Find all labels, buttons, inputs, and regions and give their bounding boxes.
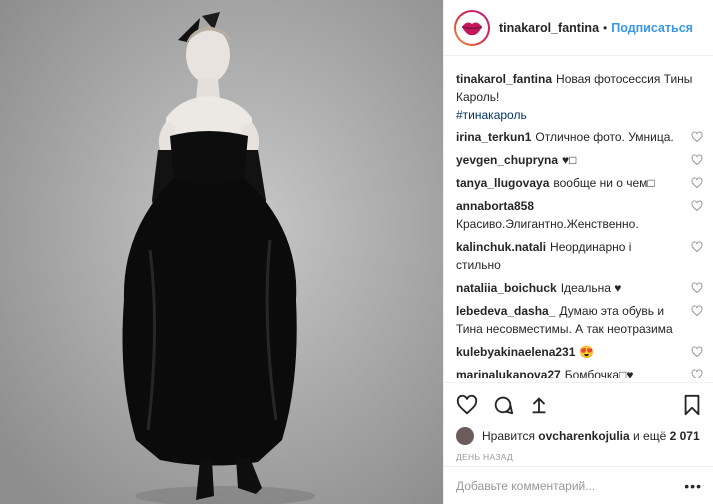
more-options-icon[interactable]: •••: [684, 478, 702, 494]
follow-button[interactable]: Подписаться: [611, 21, 693, 35]
comment-username[interactable]: kalinchuk.natali: [456, 240, 546, 254]
comment-username[interactable]: annaborta858: [456, 199, 534, 213]
comment-text: 😍: [579, 345, 595, 359]
post-actions: Нравится ovcharenkojulia и ещё 2 071 ДЕН…: [444, 382, 713, 462]
comment-like-icon[interactable]: [691, 200, 703, 212]
post-caption: tinakarol_fantina Новая фотосессия Тины К…: [456, 70, 703, 124]
liker-username[interactable]: ovcharenkojulia: [538, 429, 629, 443]
comment-username[interactable]: kulebyakinaelena231: [456, 345, 575, 359]
comment-text: Бомбочка□♥: [564, 368, 634, 378]
comment-text: ♥□: [562, 153, 577, 167]
comment-item: tanya_llugovaya вообще ни о чем□: [456, 174, 703, 192]
comment-like-icon[interactable]: [691, 305, 703, 317]
instagram-post: tinakarol_fantina • Подписаться tinakaro…: [0, 0, 713, 504]
comment-username[interactable]: marinalukanova27: [456, 368, 561, 378]
comments-list[interactable]: tinakarol_fantina Новая фотосессия Тины К…: [444, 56, 713, 378]
comment-text: Ідеальна ♥: [560, 281, 622, 295]
share-arrow-icon[interactable]: [528, 394, 550, 416]
comment-text: Красиво.Элигантно.Женственно.: [456, 217, 639, 231]
header-separator: •: [603, 20, 608, 35]
woman-in-black-dress-image: [0, 0, 443, 504]
likes-middle: и ещё: [633, 429, 667, 443]
comment-text: Отличное фото. Умница.: [535, 130, 674, 144]
comment-like-icon[interactable]: [691, 282, 703, 294]
comment-like-icon[interactable]: [691, 241, 703, 253]
comment-item: marinalukanova27 Бомбочка□♥: [456, 366, 703, 378]
comment-item: nataliia_boichuck Ідеальна ♥: [456, 279, 703, 297]
comment-like-icon[interactable]: [691, 346, 703, 358]
comment-like-icon[interactable]: [691, 131, 703, 143]
likes-count[interactable]: 2 071: [670, 429, 700, 443]
comment-like-icon[interactable]: [691, 177, 703, 189]
action-icons: [456, 393, 702, 417]
comment-item: yevgen_chupryna ♥□: [456, 151, 703, 169]
comment-text: вообще ни о чем□: [553, 176, 655, 190]
likes-prefix: Нравится: [482, 429, 535, 443]
comment-bubble-icon[interactable]: [492, 394, 514, 416]
add-comment-input[interactable]: Добавьте комментарий...: [456, 479, 595, 493]
comment-item: kulebyakinaelena231 😍: [456, 343, 703, 361]
comment-like-icon[interactable]: [691, 369, 703, 378]
comment-username[interactable]: irina_terkun1: [456, 130, 531, 144]
heart-outline-icon[interactable]: [456, 394, 478, 416]
lips-icon: [461, 22, 483, 35]
add-comment-bar: Добавьте комментарий... •••: [444, 466, 713, 504]
bookmark-icon[interactable]: [682, 394, 702, 416]
comment-like-icon[interactable]: [691, 154, 703, 166]
comment-username[interactable]: tanya_llugovaya: [456, 176, 549, 190]
comment-username[interactable]: lebedeva_dasha_: [456, 304, 555, 318]
comment-username[interactable]: nataliia_boichuck: [456, 281, 557, 295]
comment-username[interactable]: yevgen_chupryna: [456, 153, 558, 167]
comment-item: annaborta858 Красиво.Элигантно.Женственно…: [456, 197, 703, 233]
liker-avatar[interactable]: [456, 427, 474, 445]
post-date[interactable]: ДЕНЬ НАЗАД: [456, 452, 702, 462]
comment-item: lebedeva_dasha_ Думаю эта обувь и Тина не…: [456, 302, 703, 338]
post-header: tinakarol_fantina • Подписаться: [444, 0, 713, 56]
avatar[interactable]: [454, 9, 490, 46]
likes-line: Нравится ovcharenkojulia и ещё 2 071: [456, 427, 702, 445]
comment-item: irina_terkun1 Отличное фото. Умница.: [456, 128, 703, 146]
caption-username[interactable]: tinakarol_fantina: [456, 72, 552, 86]
comment-item: kalinchuk.natali Неординарно і стильно: [456, 238, 703, 274]
post-side-panel: tinakarol_fantina • Подписаться tinakaro…: [443, 0, 713, 504]
caption-hashtag[interactable]: #тинакароль: [456, 106, 703, 124]
post-photo[interactable]: [0, 0, 443, 504]
author-username[interactable]: tinakarol_fantina: [499, 21, 599, 35]
